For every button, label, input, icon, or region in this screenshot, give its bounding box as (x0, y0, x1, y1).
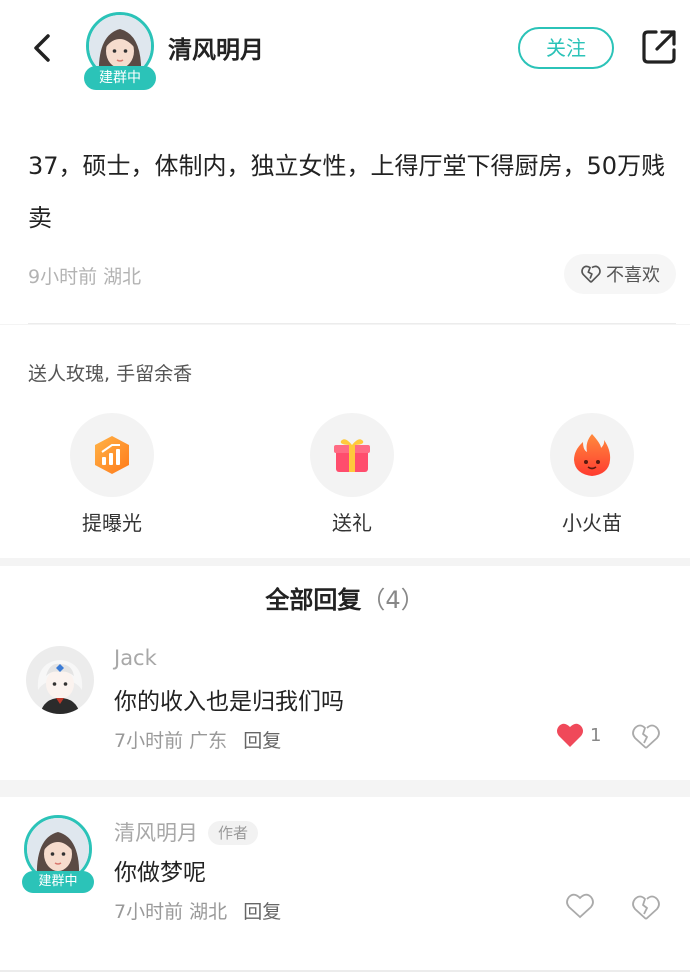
boost-button[interactable]: 提曝光 (42, 413, 182, 536)
flame-button[interactable]: 小火苗 (522, 413, 662, 536)
reply-author-name[interactable]: Jack (114, 646, 157, 670)
reply-time: 7小时前 (114, 901, 184, 923)
like-button[interactable] (566, 893, 594, 919)
heart-filled-icon (557, 723, 583, 747)
reply-meta: 7小时前 广东 回复 (114, 726, 281, 753)
reply-content: 你的收入也是归我们吗 (114, 689, 344, 715)
share-icon[interactable] (640, 28, 678, 66)
author-tag: 作者 (208, 821, 259, 845)
reply-meta: 7小时前 湖北 回复 (114, 897, 281, 924)
post-card: 37，硕士，体制内，独立女性，上得厅堂下得厨房，50万贱卖 9小时前 湖北 不喜… (0, 100, 690, 324)
reply-content: 你做梦呢 (114, 860, 206, 886)
post-meta: 9小时前 湖北 (28, 262, 141, 289)
send-gift-button[interactable]: 送礼 (282, 413, 422, 536)
broken-heart-icon (581, 265, 601, 283)
boost-label: 提曝光 (82, 511, 142, 535)
group-building-badge: 建群中 (22, 871, 94, 893)
broken-heart-icon (632, 724, 660, 749)
top-bar: 建群中 清风明月 关注 (0, 0, 690, 100)
author-name[interactable]: 清风明月 (168, 30, 264, 65)
back-icon[interactable] (24, 30, 60, 66)
reply-time: 7小时前 (114, 730, 184, 752)
post-location: 湖北 (103, 266, 142, 288)
follow-button[interactable]: 关注 (518, 27, 614, 69)
heart-outline-icon (566, 893, 594, 919)
group-building-badge: 建群中 (84, 66, 156, 90)
dislike-label: 不喜欢 (606, 265, 660, 286)
reply-avatar[interactable]: 建群中 (22, 815, 94, 893)
replies-count: （4） (361, 586, 425, 614)
dislike-button[interactable]: 不喜欢 (564, 254, 676, 294)
replies-section: 全部回复（4） Jack 你的收入也是归我们吗 7小时前 广东 回复 1 (0, 566, 690, 780)
flame-label: 小火苗 (562, 511, 622, 535)
reply-avatar[interactable] (26, 646, 94, 714)
broken-heart-icon (632, 895, 660, 920)
flame-icon (550, 413, 634, 497)
reply-author-name-text: 清风明月 (114, 821, 198, 845)
reply-button[interactable]: 回复 (243, 730, 281, 752)
like-button[interactable]: 1 (556, 722, 601, 748)
divider (28, 323, 676, 324)
dislike-reply-button[interactable] (632, 895, 660, 925)
replies-title: 全部回复（4） (0, 580, 690, 615)
gift-box-icon (310, 413, 394, 497)
gift-panel: 送人玫瑰, 手留余香 提曝光 送礼 小火苗 (0, 325, 690, 558)
reply-location: 广东 (189, 730, 228, 752)
reply-item: 建群中 清风明月 作者 你做梦呢 7小时前 湖北 回复 (0, 797, 690, 972)
reply-author-name[interactable]: 清风明月 作者 (114, 817, 259, 847)
like-count: 1 (590, 724, 602, 746)
gift-panel-title: 送人玫瑰, 手留余香 (28, 363, 193, 385)
reply-button[interactable]: 回复 (243, 901, 281, 923)
reply-location: 湖北 (189, 901, 228, 923)
send-gift-label: 送礼 (332, 511, 372, 535)
dislike-reply-button[interactable] (632, 724, 660, 754)
replies-title-text: 全部回复 (265, 586, 362, 614)
author-avatar[interactable]: 建群中 (84, 12, 156, 90)
post-content: 37，硕士，体制内，独立女性，上得厅堂下得厨房，50万贱卖 (28, 152, 666, 232)
boost-icon (70, 413, 154, 497)
post-time: 9小时前 (28, 266, 98, 288)
